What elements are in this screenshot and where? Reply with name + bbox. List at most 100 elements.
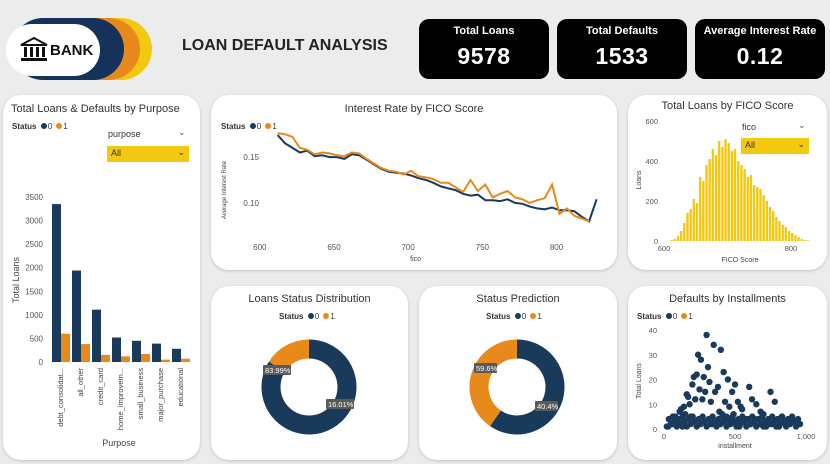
- status-distribution-donut[interactable]: 83.99% 16.01%: [211, 286, 408, 460]
- x-tick-label: small_business: [136, 368, 145, 420]
- scatter-point: [680, 403, 688, 410]
- histogram-bar: [791, 233, 794, 241]
- fico-histogram[interactable]: 0200400600600 800FICO ScoreLoans: [628, 95, 827, 270]
- scatter-point: [696, 386, 703, 393]
- bar-status-1: [161, 359, 170, 362]
- y-tick-label: 600: [645, 117, 658, 126]
- data-label-text: 59.6%: [476, 364, 498, 373]
- histogram-bar: [800, 239, 803, 241]
- kpi-label: Total Defaults: [586, 25, 658, 37]
- y-tick-label: 1000: [25, 311, 43, 320]
- histogram-bar: [727, 143, 730, 241]
- histogram-bar: [679, 231, 683, 241]
- histogram-bar: [806, 240, 810, 241]
- histogram-bar: [768, 207, 772, 241]
- y-axis-title: Total Loans: [11, 256, 21, 303]
- scatter-point: [706, 378, 713, 386]
- histogram-bar: [686, 213, 689, 241]
- kpi-label: Average Interest Rate: [703, 25, 817, 37]
- purpose-bar-chart[interactable]: 0 500 1000 1500 2000 2500 3000 3500 debt_consoli…: [3, 135, 200, 455]
- histogram-bar: [787, 231, 791, 241]
- x-tick-label: 650: [327, 243, 341, 252]
- fico-chart-card[interactable]: Total Loans by FICO Score fico ⌄ All ⌄ 0…: [628, 95, 827, 270]
- histogram-bar: [778, 221, 781, 241]
- donut-data-label: 83.99%: [263, 365, 291, 375]
- installments-scatter[interactable]: 0 10 20 30 40 0 500 1,000 installment Total Loans: [628, 286, 827, 460]
- histogram-bar: [714, 155, 718, 241]
- histogram-bar: [752, 185, 756, 241]
- data-label-text: 40.4%: [537, 402, 559, 411]
- x-tick-label: 600: [658, 244, 671, 253]
- y-tick-label: 2500: [25, 240, 43, 249]
- histogram-bar: [784, 227, 788, 241]
- histogram-bar: [749, 175, 753, 241]
- bar-status-0: [112, 337, 121, 362]
- x-tick-label: all_other: [76, 368, 85, 397]
- histogram-bar: [670, 240, 673, 241]
- scatter-point: [689, 381, 696, 388]
- bar-status-0: [152, 343, 161, 362]
- x-tick-label: 500: [729, 432, 742, 441]
- histogram-bar: [673, 239, 676, 241]
- bar-status-0: [72, 270, 81, 362]
- y-axis-title: Total Loans: [636, 363, 643, 399]
- histogram-bar: [702, 181, 705, 241]
- bar-status-0: [52, 204, 61, 362]
- x-tick-label: major_purchase: [156, 368, 165, 422]
- x-tick-label: 800: [785, 244, 798, 253]
- chart-legend: Status 0 1: [12, 122, 68, 131]
- scatter-point: [767, 388, 774, 396]
- scatter-point: [703, 331, 710, 339]
- histogram-bar: [803, 240, 807, 241]
- scatter-point: [690, 373, 698, 381]
- kpi-value: 0.12: [736, 43, 784, 69]
- scatter-point: [700, 373, 707, 381]
- y-tick-label: 40: [649, 326, 657, 335]
- chart-title: Total Loans & Defaults by Purpose: [11, 103, 180, 115]
- donut-data-label: 16.01%: [326, 399, 354, 409]
- x-tick-label: 1,000: [797, 432, 816, 441]
- y-tick-label: 10: [649, 400, 657, 409]
- donut-data-label: 40.4%: [535, 401, 559, 411]
- histogram-bar: [733, 149, 737, 241]
- installments-chart-card[interactable]: Defaults by Installments Status 0 1 0 10 2…: [628, 286, 827, 460]
- status-distribution-card[interactable]: Loans Status Distribution Status 0 1 83.…: [211, 286, 408, 460]
- scatter-point: [746, 383, 753, 391]
- scatter-point: [753, 401, 760, 408]
- histogram-bar: [683, 223, 686, 241]
- kpi-average-interest-rate: Average Interest Rate 0.12: [695, 19, 825, 79]
- scatter-point: [737, 403, 744, 410]
- scatter-point: [796, 420, 804, 428]
- histogram-bar: [689, 209, 692, 241]
- status-prediction-donut[interactable]: 59.6% 40.4%: [419, 286, 617, 460]
- bar-status-1: [101, 354, 110, 362]
- scatter-point: [720, 368, 727, 376]
- scatter-point: [711, 388, 719, 396]
- status-prediction-card[interactable]: Status Prediction Status 0 1 59.6% 40.4%: [419, 286, 617, 460]
- line-status-0: [276, 134, 598, 223]
- scatter-point: [748, 396, 756, 403]
- histogram-bar: [708, 159, 711, 241]
- scatter-point: [728, 388, 736, 396]
- legend-label-0: 0: [47, 122, 53, 131]
- histogram-bar: [781, 225, 784, 241]
- scatter-point: [724, 376, 732, 383]
- x-tick-label: home_improvem...: [116, 368, 125, 430]
- bar-status-1: [61, 333, 70, 362]
- interest-line-chart[interactable]: 0.10 0.15 600 650 700 750 800 fico Average Inter…: [211, 95, 617, 270]
- kpi-value: 9578: [457, 43, 511, 69]
- y-axis-title: Average Interest Rate: [222, 160, 228, 219]
- y-tick-label: 0.10: [243, 199, 259, 208]
- x-tick-label: 750: [476, 243, 490, 252]
- histogram-bar: [695, 203, 699, 241]
- histogram-bar: [724, 139, 727, 241]
- histogram-bar: [756, 187, 759, 241]
- histogram-bar: [746, 177, 749, 241]
- purpose-chart-card[interactable]: Total Loans & Defaults by Purpose Status…: [3, 95, 200, 460]
- interest-chart-card[interactable]: Interest Rate by FICO Score Status 0 1 0…: [211, 95, 617, 270]
- kpi-label: Total Loans: [453, 25, 515, 37]
- scatter-point: [701, 388, 709, 396]
- y-tick-label: 0: [653, 425, 657, 434]
- histogram-bar: [676, 236, 680, 241]
- scatter-point: [686, 401, 693, 408]
